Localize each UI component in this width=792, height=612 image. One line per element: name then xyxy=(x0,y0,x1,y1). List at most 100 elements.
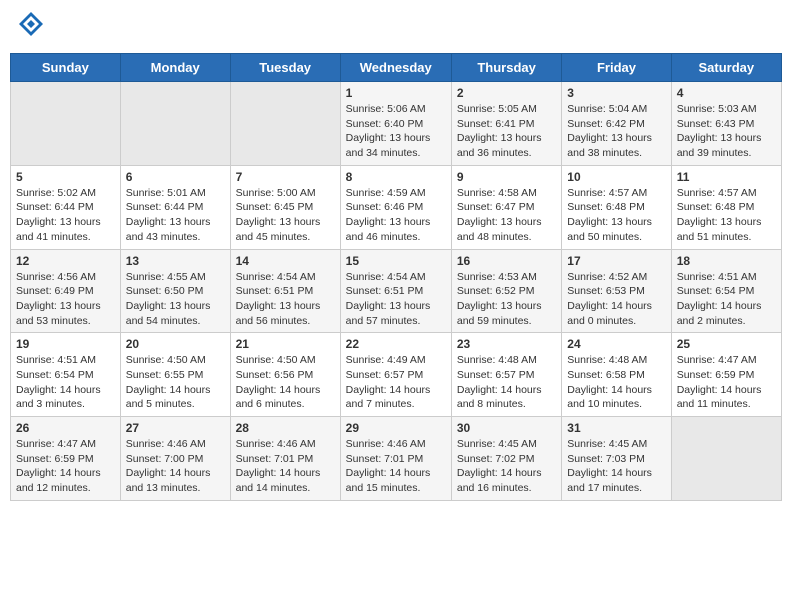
day-number: 5 xyxy=(16,170,115,184)
day-info: Sunrise: 4:50 AM Sunset: 6:56 PM Dayligh… xyxy=(236,353,335,412)
calendar-cell: 13Sunrise: 4:55 AM Sunset: 6:50 PM Dayli… xyxy=(120,249,230,333)
day-info: Sunrise: 4:56 AM Sunset: 6:49 PM Dayligh… xyxy=(16,270,115,329)
week-row-4: 19 Sunrise: 4:51 AM Sunset: 6:54 PM Dayli… xyxy=(11,333,782,417)
day-number: 31 xyxy=(567,421,665,435)
day-info: Sunrise: 4:46 AM Sunset: 7:01 PM Dayligh… xyxy=(346,437,446,496)
day-number: 7 xyxy=(236,170,335,184)
day-number: 25 xyxy=(677,337,776,351)
day-info: Sunrise: 4:46 AM Sunset: 7:01 PM Dayligh… xyxy=(236,437,335,496)
day-number: 30 xyxy=(457,421,556,435)
day-number: 3 xyxy=(567,86,665,100)
logo xyxy=(15,10,45,43)
day-number: 8 xyxy=(346,170,446,184)
weekday-header-wednesday: Wednesday xyxy=(340,54,451,82)
day-info: Sunrise: 4:51 AM Sunset: 6:54 PM Dayligh… xyxy=(677,270,776,329)
calendar-cell: 18Sunrise: 4:51 AM Sunset: 6:54 PM Dayli… xyxy=(671,249,781,333)
day-number: 12 xyxy=(16,254,115,268)
day-number: 16 xyxy=(457,254,556,268)
calendar-cell: 22Sunrise: 4:49 AM Sunset: 6:57 PM Dayli… xyxy=(340,333,451,417)
week-row-3: 12 Sunrise: 4:56 AM Sunset: 6:49 PM Dayli… xyxy=(11,249,782,333)
day-info: Sunrise: 4:49 AM Sunset: 6:57 PM Dayligh… xyxy=(346,353,446,412)
day-info: Sunrise: 4:54 AM Sunset: 6:51 PM Dayligh… xyxy=(346,270,446,329)
calendar-cell: 16 Sunrise: 4:53 AM Sunset: 6:52 PM Dayli… xyxy=(451,249,561,333)
weekday-header-row: SundayMondayTuesdayWednesdayThursdayFrid… xyxy=(11,54,782,82)
day-number: 20 xyxy=(126,337,225,351)
calendar-cell: 29 Sunrise: 4:46 AM Sunset: 7:01 PM Dayli… xyxy=(340,417,451,501)
week-row-2: 5Sunrise: 5:02 AM Sunset: 6:44 PM Daylig… xyxy=(11,165,782,249)
day-info: Sunrise: 4:57 AM Sunset: 6:48 PM Dayligh… xyxy=(567,186,665,245)
calendar-cell: 4Sunrise: 5:03 AM Sunset: 6:43 PM Daylig… xyxy=(671,82,781,166)
calendar-cell: 7 Sunrise: 5:00 AM Sunset: 6:45 PM Daylig… xyxy=(230,165,340,249)
page-header xyxy=(10,10,782,43)
weekday-header-thursday: Thursday xyxy=(451,54,561,82)
day-info: Sunrise: 4:50 AM Sunset: 6:55 PM Dayligh… xyxy=(126,353,225,412)
day-info: Sunrise: 4:54 AM Sunset: 6:51 PM Dayligh… xyxy=(236,270,335,329)
day-number: 4 xyxy=(677,86,776,100)
weekday-header-saturday: Saturday xyxy=(671,54,781,82)
day-number: 15 xyxy=(346,254,446,268)
weekday-header-monday: Monday xyxy=(120,54,230,82)
day-info: Sunrise: 4:52 AM Sunset: 6:53 PM Dayligh… xyxy=(567,270,665,329)
calendar-cell: 19 Sunrise: 4:51 AM Sunset: 6:54 PM Dayli… xyxy=(11,333,121,417)
day-info: Sunrise: 4:48 AM Sunset: 6:57 PM Dayligh… xyxy=(457,353,556,412)
calendar-cell: 1Sunrise: 5:06 AM Sunset: 6:40 PM Daylig… xyxy=(340,82,451,166)
day-number: 14 xyxy=(236,254,335,268)
day-info: Sunrise: 5:00 AM Sunset: 6:45 PM Dayligh… xyxy=(236,186,335,245)
day-info: Sunrise: 4:51 AM Sunset: 6:54 PM Dayligh… xyxy=(16,353,115,412)
calendar-cell: 15 Sunrise: 4:54 AM Sunset: 6:51 PM Dayli… xyxy=(340,249,451,333)
calendar-cell: 9 Sunrise: 4:58 AM Sunset: 6:47 PM Daylig… xyxy=(451,165,561,249)
calendar-cell: 8 Sunrise: 4:59 AM Sunset: 6:46 PM Daylig… xyxy=(340,165,451,249)
weekday-header-tuesday: Tuesday xyxy=(230,54,340,82)
week-row-5: 26 Sunrise: 4:47 AM Sunset: 6:59 PM Dayli… xyxy=(11,417,782,501)
day-info: Sunrise: 5:05 AM Sunset: 6:41 PM Dayligh… xyxy=(457,102,556,161)
calendar-cell: 14 Sunrise: 4:54 AM Sunset: 6:51 PM Dayli… xyxy=(230,249,340,333)
calendar-cell xyxy=(671,417,781,501)
day-info: Sunrise: 5:04 AM Sunset: 6:42 PM Dayligh… xyxy=(567,102,665,161)
day-info: Sunrise: 4:59 AM Sunset: 6:46 PM Dayligh… xyxy=(346,186,446,245)
calendar-cell: 30Sunrise: 4:45 AM Sunset: 7:02 PM Dayli… xyxy=(451,417,561,501)
day-number: 23 xyxy=(457,337,556,351)
day-number: 10 xyxy=(567,170,665,184)
day-number: 2 xyxy=(457,86,556,100)
logo-icon xyxy=(17,10,45,38)
day-info: Sunrise: 4:53 AM Sunset: 6:52 PM Dayligh… xyxy=(457,270,556,329)
day-info: Sunrise: 4:47 AM Sunset: 6:59 PM Dayligh… xyxy=(677,353,776,412)
calendar-cell: 20 Sunrise: 4:50 AM Sunset: 6:55 PM Dayli… xyxy=(120,333,230,417)
calendar-cell xyxy=(11,82,121,166)
day-number: 29 xyxy=(346,421,446,435)
day-info: Sunrise: 5:06 AM Sunset: 6:40 PM Dayligh… xyxy=(346,102,446,161)
day-info: Sunrise: 4:55 AM Sunset: 6:50 PM Dayligh… xyxy=(126,270,225,329)
calendar-cell: 26 Sunrise: 4:47 AM Sunset: 6:59 PM Dayli… xyxy=(11,417,121,501)
calendar-cell: 23 Sunrise: 4:48 AM Sunset: 6:57 PM Dayli… xyxy=(451,333,561,417)
calendar-cell: 17Sunrise: 4:52 AM Sunset: 6:53 PM Dayli… xyxy=(562,249,671,333)
day-info: Sunrise: 4:57 AM Sunset: 6:48 PM Dayligh… xyxy=(677,186,776,245)
calendar-cell: 3 Sunrise: 5:04 AM Sunset: 6:42 PM Daylig… xyxy=(562,82,671,166)
calendar-cell: 2 Sunrise: 5:05 AM Sunset: 6:41 PM Daylig… xyxy=(451,82,561,166)
calendar-cell: 5Sunrise: 5:02 AM Sunset: 6:44 PM Daylig… xyxy=(11,165,121,249)
calendar-cell xyxy=(230,82,340,166)
day-info: Sunrise: 4:46 AM Sunset: 7:00 PM Dayligh… xyxy=(126,437,225,496)
calendar-cell: 21 Sunrise: 4:50 AM Sunset: 6:56 PM Dayli… xyxy=(230,333,340,417)
calendar-cell: 28Sunrise: 4:46 AM Sunset: 7:01 PM Dayli… xyxy=(230,417,340,501)
calendar-cell: 11 Sunrise: 4:57 AM Sunset: 6:48 PM Dayli… xyxy=(671,165,781,249)
day-info: Sunrise: 4:58 AM Sunset: 6:47 PM Dayligh… xyxy=(457,186,556,245)
calendar-cell: 24Sunrise: 4:48 AM Sunset: 6:58 PM Dayli… xyxy=(562,333,671,417)
day-info: Sunrise: 4:45 AM Sunset: 7:03 PM Dayligh… xyxy=(567,437,665,496)
day-info: Sunrise: 5:01 AM Sunset: 6:44 PM Dayligh… xyxy=(126,186,225,245)
day-number: 11 xyxy=(677,170,776,184)
weekday-header-friday: Friday xyxy=(562,54,671,82)
calendar-table: SundayMondayTuesdayWednesdayThursdayFrid… xyxy=(10,53,782,501)
day-number: 27 xyxy=(126,421,225,435)
calendar-cell: 25 Sunrise: 4:47 AM Sunset: 6:59 PM Dayli… xyxy=(671,333,781,417)
calendar-cell xyxy=(120,82,230,166)
calendar-cell: 31 Sunrise: 4:45 AM Sunset: 7:03 PM Dayli… xyxy=(562,417,671,501)
day-number: 19 xyxy=(16,337,115,351)
day-number: 26 xyxy=(16,421,115,435)
day-info: Sunrise: 4:47 AM Sunset: 6:59 PM Dayligh… xyxy=(16,437,115,496)
weekday-header-sunday: Sunday xyxy=(11,54,121,82)
calendar-cell: 27 Sunrise: 4:46 AM Sunset: 7:00 PM Dayli… xyxy=(120,417,230,501)
day-info: Sunrise: 4:48 AM Sunset: 6:58 PM Dayligh… xyxy=(567,353,665,412)
day-number: 9 xyxy=(457,170,556,184)
calendar-cell: 6Sunrise: 5:01 AM Sunset: 6:44 PM Daylig… xyxy=(120,165,230,249)
day-number: 21 xyxy=(236,337,335,351)
